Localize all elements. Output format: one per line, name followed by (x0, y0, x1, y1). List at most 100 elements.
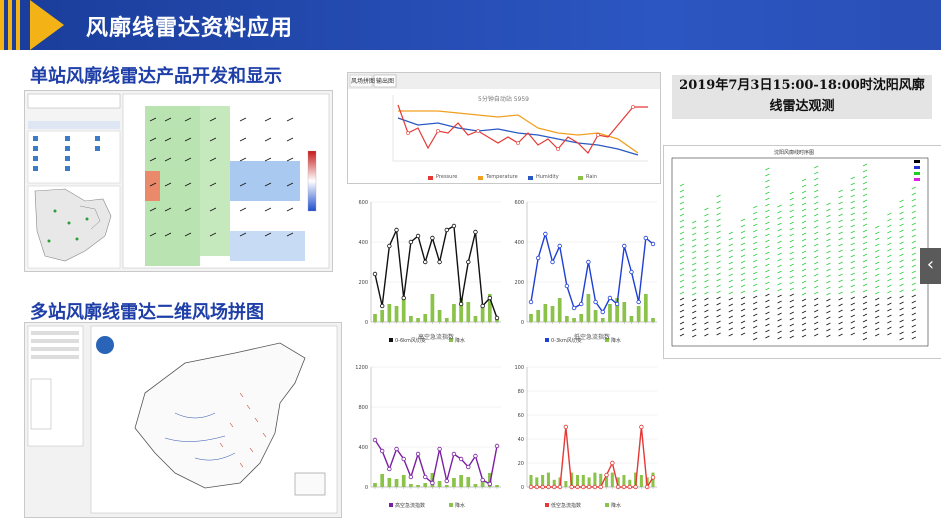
data-point (379, 448, 385, 454)
precip-bar (373, 314, 377, 322)
data-point (394, 446, 399, 452)
data-point (387, 243, 392, 249)
data-point (487, 295, 493, 301)
data-point (451, 451, 457, 457)
data-point (564, 283, 570, 289)
data-point (408, 239, 414, 245)
data-point (629, 269, 634, 275)
data-point (437, 446, 442, 452)
data-point (494, 315, 500, 321)
y-tick-label: 400 (514, 240, 524, 246)
china-wind-mosaic-map (25, 323, 341, 517)
index-charts-panel: 0 200 400 600 0-6km风切变 降水 0 200 400 600 0-3km风切变 降水… (349, 187, 663, 517)
legend-label-rain: 降水 (455, 502, 465, 509)
top-chart-title: 5分钟自动站 5959 (478, 96, 529, 103)
precip-bar (579, 314, 584, 322)
section-title-multi: 多站风廓线雷达二维风场拼图 (30, 302, 264, 323)
precip-bar (423, 483, 428, 487)
precip-bar (564, 481, 568, 487)
y-tick-label: 20 (518, 461, 524, 467)
precip-bar (452, 304, 456, 322)
precip-bar (452, 478, 456, 487)
precip-bar (409, 316, 413, 322)
y-tick-label: 400 (358, 240, 368, 246)
data-point (550, 259, 555, 265)
data-point (423, 474, 428, 480)
y-tick-label: 0 (521, 320, 524, 326)
data-point (480, 477, 485, 483)
slide-header: 风廓线雷达资料应用 (0, 0, 941, 50)
data-point (480, 303, 485, 309)
legend-swatch (545, 338, 549, 342)
section-title-single: 单站风廓线雷达产品开发和显示 (30, 66, 282, 87)
precip-bar (639, 475, 643, 487)
data-point (494, 443, 500, 449)
legend-pressure: Pressure (436, 174, 458, 180)
precip-bar (565, 316, 569, 322)
tab-output[interactable]: 输出图 (376, 76, 394, 85)
wind-profile-timeseries-plot (664, 146, 941, 358)
legend-temperature: Temperature (486, 174, 518, 180)
tab-mosaic[interactable]: 风场拼图 (351, 76, 375, 85)
prev-slide-button[interactable]: ‹ (920, 248, 941, 284)
precip-bar (394, 479, 399, 487)
precip-bar (380, 310, 385, 322)
precip-bar (387, 304, 392, 322)
precip-bar (430, 294, 435, 322)
precip-bar (444, 318, 449, 322)
data-point (401, 295, 406, 301)
precip-bar (651, 318, 655, 322)
data-point (423, 259, 428, 265)
data-point (473, 453, 478, 459)
data-point (387, 466, 392, 472)
data-point (557, 243, 562, 249)
y-tick-label: 40 (518, 437, 524, 443)
precip-bar (466, 302, 471, 322)
data-point (401, 456, 406, 462)
precip-bar (629, 316, 634, 322)
precip-bar (416, 485, 420, 487)
index-line (374, 224, 498, 319)
precip-bar (409, 484, 413, 487)
wind-plot-title: 沈阳风廓线时序图 (774, 150, 815, 156)
legend-swatch (545, 503, 549, 507)
precip-bar (610, 472, 614, 487)
station-timeseries-chart (348, 73, 660, 180)
single-station-view (25, 91, 332, 271)
data-point (466, 259, 471, 265)
data-point (593, 299, 598, 305)
precip-bar (557, 298, 562, 322)
data-point (451, 223, 457, 229)
precip-bar (536, 310, 541, 322)
legend-label-rain: 降水 (611, 337, 621, 344)
y-tick-label: 0 (365, 485, 368, 491)
accent-bar (8, 0, 12, 50)
data-point (586, 259, 591, 265)
data-point (430, 480, 435, 486)
index-charts: 02004006000-6km风切变 降水02004006000-3km风切变 降水… (355, 200, 657, 509)
precip-bar (608, 304, 612, 322)
precip-bar (466, 477, 471, 487)
y-tick-label: 600 (514, 200, 524, 206)
legend-label-rain: 降水 (455, 337, 465, 344)
shenyang-wind-profile-screenshot: 沈阳风廓线时序图 (663, 145, 941, 359)
data-point (372, 437, 378, 443)
precip-bar (394, 306, 399, 322)
legend-label: 高空急流指数 (395, 502, 425, 509)
precip-bar (643, 294, 648, 322)
precip-bar (423, 314, 428, 322)
y-tick-label: 60 (518, 413, 524, 419)
legend-swatch (389, 503, 393, 507)
data-point (535, 255, 541, 261)
data-point (543, 231, 548, 237)
legend-swatch (389, 338, 393, 342)
chevron-icon (30, 0, 64, 50)
chart-title: 高空急流指数 (418, 333, 454, 341)
data-point (394, 227, 399, 233)
data-point (607, 295, 613, 301)
y-tick-label: 200 (358, 280, 368, 286)
y-tick-label: 800 (358, 405, 368, 411)
data-point (466, 464, 471, 470)
data-point (563, 424, 569, 430)
single-station-screenshot (24, 90, 333, 272)
